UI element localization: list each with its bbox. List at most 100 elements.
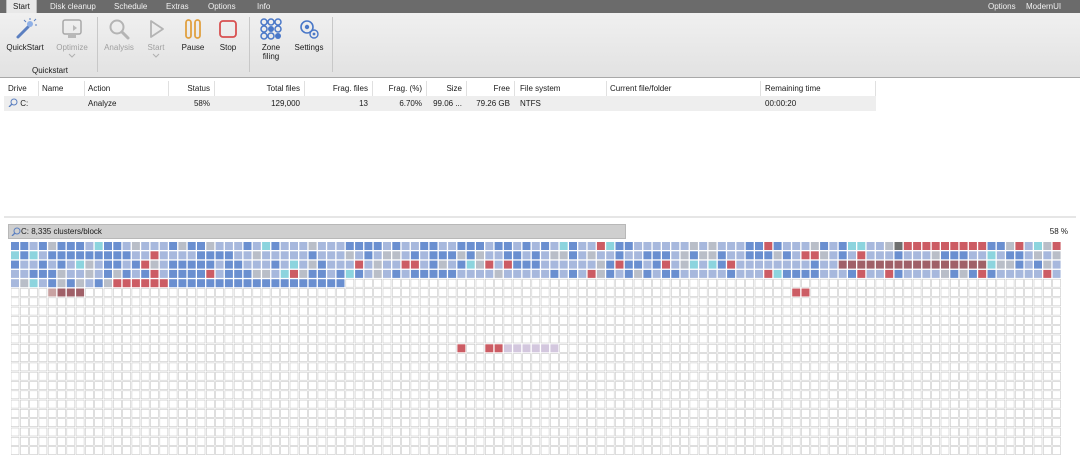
cluster-block[interactable] — [894, 427, 903, 437]
cluster-block[interactable] — [57, 242, 66, 250]
cluster-block[interactable] — [652, 409, 662, 418]
cluster-block[interactable] — [903, 418, 913, 427]
cluster-block[interactable] — [466, 260, 475, 269]
cluster-block[interactable] — [531, 325, 541, 334]
cluster-block[interactable] — [271, 325, 280, 334]
cluster-block[interactable] — [847, 371, 857, 381]
cluster-block[interactable] — [931, 306, 941, 316]
cluster-block[interactable] — [131, 371, 141, 381]
cluster-block[interactable] — [131, 334, 141, 344]
cluster-block[interactable] — [884, 278, 894, 288]
cluster-block[interactable] — [429, 409, 438, 418]
cluster-block[interactable] — [550, 390, 559, 400]
cluster-block[interactable] — [113, 325, 122, 334]
cluster-block[interactable] — [968, 418, 978, 427]
cluster-block[interactable] — [745, 242, 754, 250]
cluster-block[interactable] — [438, 297, 448, 307]
cluster-block[interactable] — [1052, 427, 1061, 437]
cluster-block[interactable] — [122, 390, 131, 400]
cluster-block[interactable] — [243, 288, 252, 297]
cluster-block[interactable] — [801, 251, 810, 260]
cluster-block[interactable] — [512, 371, 522, 381]
cluster-block[interactable] — [838, 371, 848, 381]
cluster-block[interactable] — [792, 242, 801, 250]
cluster-block[interactable] — [670, 288, 680, 297]
cluster-block[interactable] — [1006, 269, 1015, 278]
cluster-block[interactable] — [903, 260, 912, 269]
cluster-block[interactable] — [345, 390, 355, 400]
cluster-block[interactable] — [57, 362, 66, 372]
cluster-block[interactable] — [457, 427, 466, 437]
cluster-block[interactable] — [1024, 437, 1034, 446]
cluster-block[interactable] — [252, 418, 262, 427]
cluster-block[interactable] — [968, 353, 978, 362]
cluster-block[interactable] — [819, 334, 829, 344]
cluster-block[interactable] — [224, 242, 233, 250]
cluster-block[interactable] — [763, 381, 773, 390]
cluster-block[interactable] — [540, 409, 550, 418]
cluster-block[interactable] — [922, 334, 931, 344]
cluster-block[interactable] — [894, 409, 903, 418]
cluster-block[interactable] — [178, 427, 187, 437]
cluster-block[interactable] — [643, 427, 652, 437]
cluster-block[interactable] — [531, 260, 540, 269]
cluster-block[interactable] — [698, 278, 708, 288]
cluster-block[interactable] — [140, 288, 150, 297]
cluster-block[interactable] — [169, 279, 178, 288]
cluster-block[interactable] — [401, 288, 410, 297]
cluster-block[interactable] — [76, 288, 85, 297]
cluster-block[interactable] — [615, 325, 624, 334]
cluster-block[interactable] — [122, 269, 131, 278]
cluster-block[interactable] — [66, 279, 75, 288]
cluster-block[interactable] — [187, 399, 196, 409]
cluster-block[interactable] — [113, 260, 122, 269]
cluster-block[interactable] — [215, 437, 224, 446]
cluster-block[interactable] — [512, 399, 522, 409]
cluster-block[interactable] — [848, 242, 856, 250]
cluster-block[interactable] — [987, 381, 996, 390]
cluster-block[interactable] — [717, 260, 726, 269]
cluster-block[interactable] — [643, 362, 652, 372]
cluster-block[interactable] — [20, 297, 29, 307]
cluster-block[interactable] — [290, 260, 298, 269]
cluster-block[interactable] — [763, 334, 773, 344]
cluster-block[interactable] — [531, 251, 540, 260]
cluster-block[interactable] — [29, 325, 38, 334]
cluster-block[interactable] — [252, 427, 262, 437]
cluster-block[interactable] — [29, 316, 38, 325]
cluster-block[interactable] — [29, 297, 38, 307]
cluster-block[interactable] — [522, 334, 531, 344]
cluster-block[interactable] — [829, 390, 838, 400]
cluster-block[interactable] — [894, 362, 903, 372]
cluster-block[interactable] — [224, 279, 233, 288]
cluster-block[interactable] — [280, 242, 289, 250]
cluster-block[interactable] — [884, 427, 894, 437]
cluster-block[interactable] — [178, 251, 187, 260]
cluster-block[interactable] — [661, 344, 671, 353]
cluster-block[interactable] — [884, 325, 894, 334]
cluster-block[interactable] — [596, 371, 606, 381]
cluster-block[interactable] — [1015, 251, 1024, 260]
cluster-block[interactable] — [662, 251, 670, 260]
cluster-block[interactable] — [494, 390, 503, 400]
cluster-block[interactable] — [447, 353, 457, 362]
cluster-block[interactable] — [438, 251, 447, 260]
cluster-block[interactable] — [1052, 316, 1061, 325]
cluster-block[interactable] — [113, 242, 122, 250]
cluster-block[interactable] — [922, 269, 931, 278]
cluster-block[interactable] — [382, 316, 392, 325]
cluster-block[interactable] — [289, 288, 299, 297]
cluster-block[interactable] — [29, 260, 38, 269]
cluster-block[interactable] — [680, 418, 689, 427]
cluster-block[interactable] — [336, 297, 345, 307]
cluster-block[interactable] — [568, 288, 578, 297]
cluster-block[interactable] — [987, 297, 996, 307]
cluster-block[interactable] — [494, 427, 503, 437]
cluster-block[interactable] — [326, 362, 336, 372]
settings-button[interactable]: Settings — [290, 17, 328, 69]
cluster-block[interactable] — [643, 325, 652, 334]
cluster-block[interactable] — [801, 427, 810, 437]
cluster-block[interactable] — [717, 306, 727, 316]
cluster-block[interactable] — [708, 381, 717, 390]
cluster-block[interactable] — [308, 316, 317, 325]
